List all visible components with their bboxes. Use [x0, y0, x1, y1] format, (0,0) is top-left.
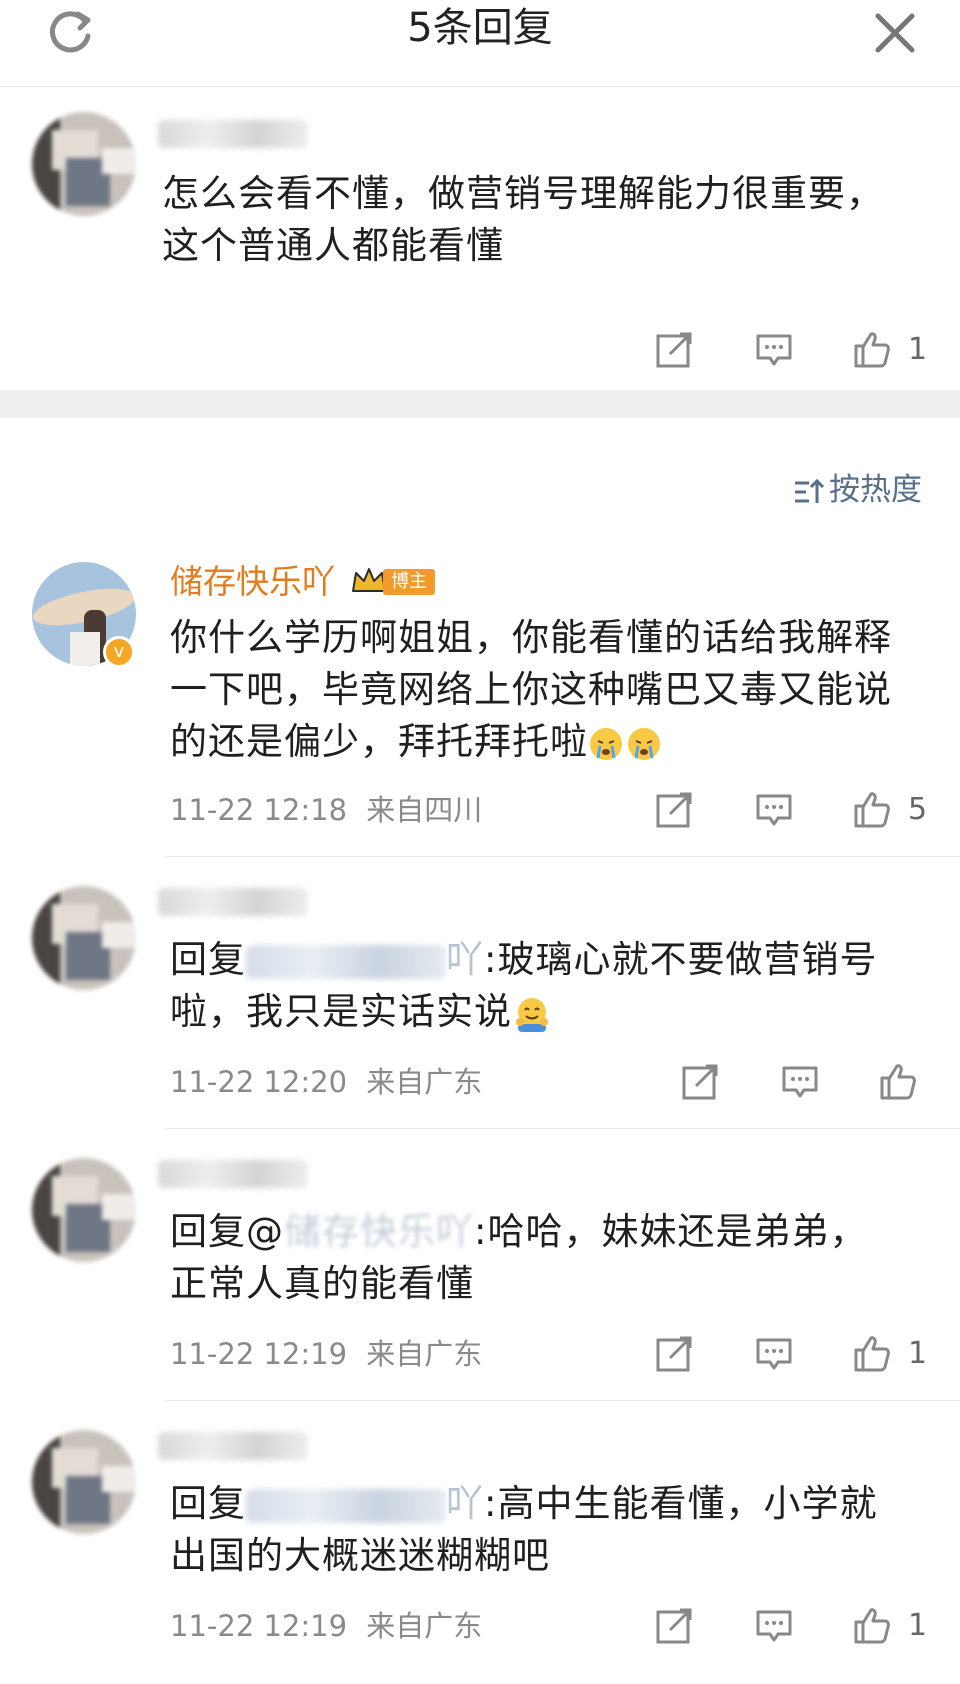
avatar[interactable] — [32, 1430, 136, 1534]
avatar[interactable] — [32, 886, 136, 990]
like-count: 1 — [908, 332, 928, 367]
hugging-face-icon — [516, 997, 548, 1032]
reply-line: 你什么学历啊姐姐，你能看懂的话给我解释 — [170, 616, 892, 659]
reply-text: 回复 吖:高中生能看懂，小学就 出国的大概迷迷糊糊吧 — [170, 1478, 877, 1582]
reply-line: 出国的大概迷迷糊糊吧 — [170, 1534, 550, 1577]
divider — [165, 1128, 960, 1129]
like-icon[interactable] — [852, 330, 892, 370]
like-icon[interactable] — [852, 790, 892, 830]
reply-meta: 11-22 12:19 来自广东 — [170, 1336, 482, 1372]
crying-face-icon — [590, 727, 660, 760]
reply-prefix: 回复@ — [170, 1210, 284, 1253]
username-blurred — [158, 1160, 308, 1188]
comment-icon[interactable] — [754, 790, 794, 830]
mention-tail[interactable]: 吖 — [446, 1482, 484, 1525]
blogger-badge: 博主 — [383, 569, 435, 595]
reply-line-text: :高中生能看懂，小学就 — [484, 1482, 878, 1525]
like-count: 1 — [908, 1336, 928, 1371]
reply-line: 啦，我只是实话实说 — [170, 986, 877, 1038]
comment-text: 怎么会看不懂，做营销号理解能力很重要， 这个普通人都能看懂 — [162, 168, 884, 272]
reply-line-text: :玻璃心就不要做营销号 — [484, 938, 878, 981]
location: 来自广东 — [366, 1609, 483, 1643]
mention-blurred[interactable]: 储存快乐吖 — [284, 1210, 474, 1253]
reply-meta: 11-22 12:18 来自四川 — [170, 792, 482, 828]
reply-line: 回复@储存快乐吖:哈哈，妹妹还是弟弟， — [170, 1206, 867, 1258]
username-blurred — [158, 888, 308, 916]
author-name[interactable]: 储存快乐吖 — [170, 562, 335, 602]
divider — [165, 1400, 960, 1401]
username-blurred — [158, 1432, 308, 1460]
timestamp: 11-22 12:19 — [170, 1609, 348, 1643]
timestamp: 11-22 12:19 — [170, 1337, 348, 1371]
location: 来自广东 — [366, 1065, 483, 1099]
comment-line: 怎么会看不懂，做营销号理解能力很重要， — [162, 172, 884, 215]
reply-line: 回复 吖:玻璃心就不要做营销号 — [170, 934, 877, 986]
reply-line-text: 啦，我只是实话实说 — [170, 990, 512, 1033]
timestamp: 11-22 12:20 — [170, 1065, 348, 1099]
section-divider — [0, 390, 960, 418]
share-icon[interactable] — [654, 330, 694, 370]
reply-text: 你什么学历啊姐姐，你能看懂的话给我解释 一下吧，毕竟网络上你这种嘴巴又毒又能说 … — [170, 612, 892, 768]
divider — [165, 856, 960, 857]
avatar[interactable] — [32, 1158, 136, 1262]
reply-line: 回复 吖:高中生能看懂，小学就 — [170, 1478, 877, 1530]
timestamp: 11-22 12:18 — [170, 793, 348, 827]
verified-badge-icon: v — [103, 636, 135, 668]
comment-icon[interactable] — [754, 1334, 794, 1374]
location: 来自广东 — [366, 1337, 483, 1371]
like-count: 5 — [908, 792, 928, 827]
sort-toggle[interactable]: 按热度 — [793, 470, 922, 510]
sort-label: 按热度 — [829, 472, 922, 508]
share-icon[interactable] — [654, 1606, 694, 1646]
mention-blurred[interactable] — [246, 1488, 446, 1523]
avatar[interactable] — [32, 112, 136, 216]
share-icon[interactable] — [654, 1334, 694, 1374]
close-icon[interactable] — [870, 8, 920, 58]
reply-line: 的还是偏少，拜托拜托啦 — [170, 716, 892, 768]
reply-prefix: 回复 — [170, 938, 246, 981]
location: 来自四川 — [366, 793, 483, 827]
reply-text: 回复@储存快乐吖:哈哈，妹妹还是弟弟， 正常人真的能看懂 — [170, 1206, 867, 1310]
reply-line-text: 的还是偏少，拜托拜托啦 — [170, 720, 588, 763]
reply-line: 正常人真的能看懂 — [170, 1262, 474, 1305]
top-bar: 5条回复 — [0, 0, 960, 87]
comment-icon[interactable] — [754, 330, 794, 370]
reply-line-text: :哈哈，妹妹还是弟弟， — [474, 1210, 868, 1253]
mention-blurred[interactable] — [246, 944, 446, 979]
sort-icon — [795, 478, 825, 503]
reply-line: 一下吧，毕竟网络上你这种嘴巴又毒又能说 — [170, 668, 892, 711]
username-blurred — [158, 120, 308, 148]
reply-prefix: 回复 — [170, 1482, 246, 1525]
page-title: 5条回复 — [407, 5, 553, 51]
share-icon[interactable] — [654, 790, 694, 830]
mention-tail[interactable]: 吖 — [446, 938, 484, 981]
comment-icon[interactable] — [754, 1606, 794, 1646]
reply-meta: 11-22 12:20 来自广东 — [170, 1064, 482, 1100]
comment-line: 这个普通人都能看懂 — [162, 224, 504, 267]
like-icon[interactable] — [852, 1334, 892, 1374]
like-icon[interactable] — [852, 1606, 892, 1646]
share-icon[interactable] — [680, 1062, 720, 1102]
reply-meta: 11-22 12:19 来自广东 — [170, 1608, 482, 1644]
reply-text: 回复 吖:玻璃心就不要做营销号 啦，我只是实话实说 — [170, 934, 877, 1038]
like-icon[interactable] — [878, 1062, 918, 1102]
comment-icon[interactable] — [780, 1062, 820, 1102]
like-count: 1 — [908, 1608, 928, 1643]
